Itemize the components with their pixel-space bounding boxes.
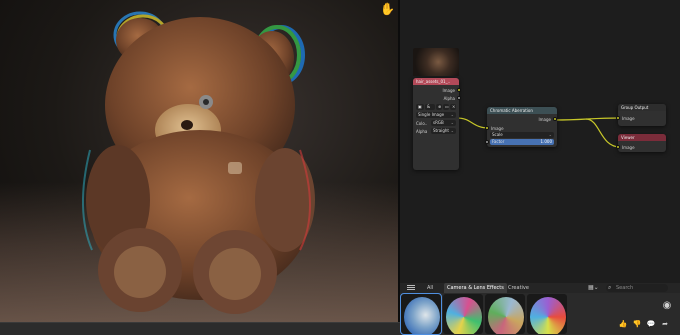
asset-thumbnail[interactable] bbox=[443, 294, 483, 334]
viewer-node-title: Viewer bbox=[618, 134, 666, 141]
output-image-socket[interactable] bbox=[457, 88, 461, 92]
search-input[interactable] bbox=[616, 284, 666, 292]
chevron-down-icon: ⌄ bbox=[450, 120, 454, 125]
image-thumbnail bbox=[413, 48, 459, 76]
image-viewer[interactable]: ✋ bbox=[0, 0, 398, 322]
chroma-input-socket[interactable] bbox=[485, 126, 489, 130]
source-dropdown[interactable]: Single Image ⌄ bbox=[416, 112, 456, 118]
tab-all[interactable]: All bbox=[424, 283, 436, 293]
viewer-input-label: Image bbox=[622, 145, 635, 150]
group-output-socket[interactable] bbox=[616, 116, 620, 120]
output-alpha-socket[interactable] bbox=[457, 96, 461, 100]
colorspace-label: Colo.. bbox=[416, 121, 428, 126]
asset-preview-ball bbox=[530, 297, 566, 334]
chroma-output-label: Image bbox=[538, 117, 551, 122]
chevron-down-icon: ⌄ bbox=[450, 112, 454, 117]
chroma-output-socket[interactable] bbox=[553, 117, 557, 121]
asset-thumbnail[interactable] bbox=[485, 294, 525, 334]
thumbs-down-icon[interactable]: 👎 bbox=[632, 319, 642, 329]
teddy-bear-image bbox=[81, 11, 315, 314]
hand-icon[interactable]: ✋ bbox=[380, 2, 395, 16]
node-editor[interactable]: hair_assets_01_.. Image Alpha ▣ & ⊕ ▭ × … bbox=[400, 0, 680, 283]
asset-thumbnail[interactable] bbox=[527, 294, 567, 334]
chroma-input-label: Image bbox=[491, 126, 504, 131]
chromatic-aberration-node[interactable]: Chromatic Aberration Image Image Scale ⌄ … bbox=[485, 107, 557, 147]
alpha-value: Straight bbox=[433, 128, 449, 133]
viewer-input-socket[interactable] bbox=[616, 145, 620, 149]
image-node[interactable]: hair_assets_01_.. Image Alpha ▣ & ⊕ ▭ × … bbox=[413, 48, 461, 170]
tab-camera-lens-effects[interactable]: Camera & Lens Effects bbox=[444, 283, 507, 293]
asset-preview-ball bbox=[446, 297, 482, 334]
link-chroma-to-viewer bbox=[585, 118, 621, 148]
unlink-image-button[interactable]: × bbox=[450, 104, 456, 110]
share-icon[interactable]: ➦ bbox=[660, 319, 670, 329]
asset-preview-ball bbox=[488, 297, 524, 334]
chevron-down-icon: ⌄ bbox=[450, 128, 454, 133]
image-name-field[interactable]: & bbox=[425, 104, 435, 110]
compositor-window: ✋ hair_assets_01_.. Image Alpha ▣ & ⊕ ▭ … bbox=[0, 0, 680, 335]
output-alpha-label: Alpha bbox=[443, 96, 455, 101]
viewer-node[interactable]: Viewer Image bbox=[616, 134, 666, 152]
blender-logo-icon: ◉ bbox=[662, 300, 672, 311]
asset-thumbnail[interactable] bbox=[400, 293, 442, 335]
group-output-node[interactable]: Group Output Image bbox=[616, 104, 666, 126]
colorspace-value: sRGB bbox=[433, 120, 444, 125]
output-image-label: Image bbox=[442, 88, 455, 93]
source-value: Single Image bbox=[418, 112, 445, 117]
image-browse-button[interactable]: ▣ bbox=[416, 104, 424, 110]
chromatic-node-title: Chromatic Aberration bbox=[487, 107, 557, 114]
mode-dropdown[interactable]: Scale ⌄ bbox=[490, 132, 554, 138]
alpha-label: Alpha bbox=[416, 129, 428, 134]
open-image-button[interactable]: ▭ bbox=[443, 104, 449, 110]
new-image-button[interactable]: ⊕ bbox=[436, 104, 442, 110]
factor-value: 1.000 bbox=[540, 139, 552, 144]
menu-icon[interactable] bbox=[407, 284, 415, 292]
chevron-down-icon: ⌄ bbox=[548, 132, 552, 137]
factor-socket[interactable] bbox=[485, 140, 489, 144]
thumbs-up-icon[interactable]: 👍 bbox=[618, 319, 628, 329]
mode-value: Scale bbox=[492, 132, 503, 137]
colorspace-dropdown[interactable]: sRGB ⌄ bbox=[431, 120, 456, 126]
search-icon: ⌕ bbox=[608, 284, 612, 291]
viewer-footer bbox=[0, 322, 400, 335]
group-output-label: Image bbox=[622, 116, 635, 121]
comment-icon[interactable]: 💬 bbox=[646, 319, 656, 329]
alpha-dropdown[interactable]: Straight ⌄ bbox=[431, 128, 456, 134]
factor-label: Factor bbox=[492, 139, 505, 144]
tab-creative[interactable]: Creative bbox=[505, 283, 532, 293]
asset-preview-ball bbox=[404, 297, 440, 334]
group-output-title: Group Output bbox=[618, 104, 666, 111]
grid-view-icon[interactable]: ▦⌄ bbox=[588, 284, 602, 292]
factor-field[interactable]: Factor 1.000 bbox=[490, 139, 554, 145]
image-node-title: hair_assets_01_.. bbox=[413, 78, 459, 85]
